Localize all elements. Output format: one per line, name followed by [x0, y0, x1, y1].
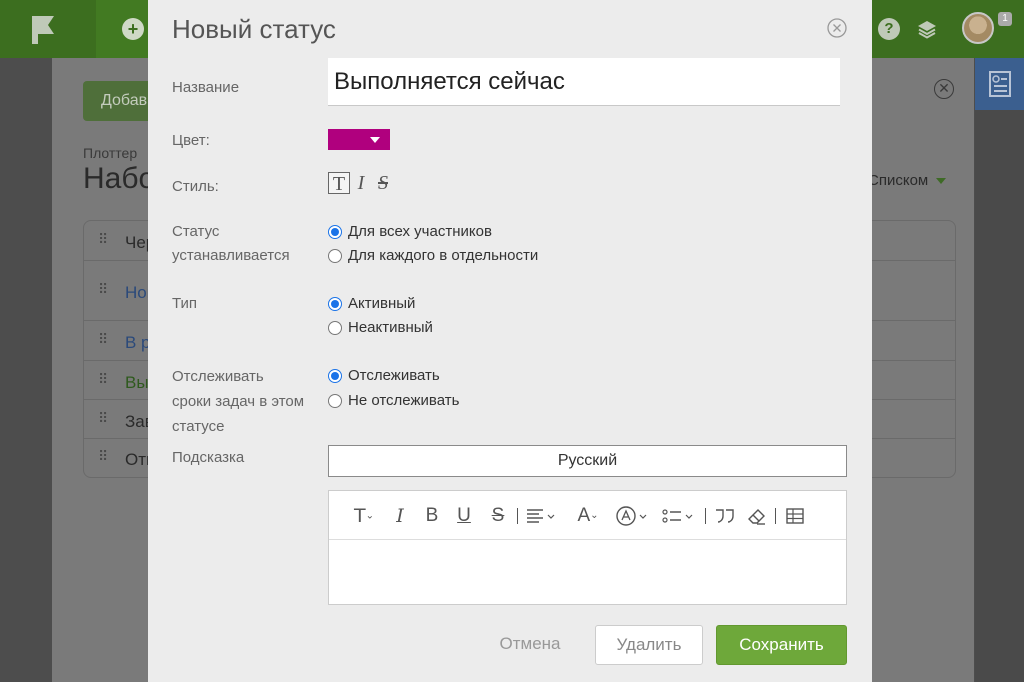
close-icon[interactable]	[827, 18, 847, 38]
radio-label: Неактивный	[348, 319, 433, 336]
radio-label: Для каждого в отдельности	[348, 247, 539, 264]
hint-label: Подсказка	[172, 449, 245, 466]
bold-icon[interactable]: B	[423, 504, 441, 528]
notification-badge: 1	[998, 12, 1012, 26]
save-button[interactable]: Сохранить	[716, 625, 847, 665]
view-mode-label: Списком	[868, 172, 929, 189]
type-label: Тип	[172, 295, 198, 312]
name-label: Название	[172, 79, 240, 96]
align-icon[interactable]	[525, 504, 559, 528]
drag-handle-icon[interactable]: ⠿	[98, 448, 108, 465]
new-status-dialog: Новый статус Название Цвет: Стиль: T I S…	[148, 0, 872, 682]
radio-label: Не отслеживать	[348, 392, 460, 409]
status-name-input[interactable]	[328, 58, 840, 106]
drag-handle-icon[interactable]: ⠿	[98, 281, 108, 298]
user-avatar[interactable]	[962, 12, 994, 44]
style-strikethrough-button[interactable]: S	[372, 172, 394, 194]
radio-button[interactable]	[328, 248, 342, 263]
quote-icon[interactable]	[713, 504, 737, 528]
flag-logo-icon[interactable]	[24, 12, 68, 46]
setting-label: Статус устанавливается	[172, 223, 290, 264]
radio-button[interactable]	[328, 393, 342, 408]
dialog-title: Новый статус	[172, 14, 336, 44]
toolbar-divider	[517, 508, 518, 524]
radio-do-not-track[interactable]: Не отслеживать	[328, 392, 459, 409]
layers-icon[interactable]	[916, 18, 938, 40]
panel-close-icon[interactable]: ✕	[934, 79, 954, 99]
delete-button[interactable]: Удалить	[595, 625, 703, 665]
font-size-icon[interactable]: T⌄	[347, 504, 381, 528]
toolbar-divider	[705, 508, 706, 524]
radio-track[interactable]: Отслеживать	[328, 367, 440, 384]
language-tab[interactable]: Русский	[328, 445, 847, 477]
view-mode-select[interactable]: Списком	[868, 172, 947, 189]
radio-button-selected[interactable]	[328, 296, 342, 311]
hint-rich-text-editor: T⌄ I B U S A⌄	[328, 490, 847, 605]
style-italic-button[interactable]: I	[350, 172, 372, 194]
drag-handle-icon[interactable]: ⠿	[98, 331, 108, 348]
cancel-button[interactable]: Отмена	[486, 625, 574, 665]
breadcrumb[interactable]: Плоттер	[83, 145, 137, 161]
underline-icon[interactable]: U	[455, 504, 473, 528]
color-picker[interactable]	[328, 129, 390, 150]
style-normal-button[interactable]: T	[328, 172, 350, 195]
radio-for-each-individually[interactable]: Для каждого в отдельности	[328, 247, 538, 264]
help-icon[interactable]: ?	[878, 18, 900, 40]
user-tools: ? 1	[864, 0, 1024, 58]
plus-icon: +	[122, 18, 144, 40]
radio-for-all-participants[interactable]: Для всех участников	[328, 223, 492, 240]
table-icon[interactable]	[783, 504, 807, 528]
settings-document-icon	[989, 71, 1011, 97]
clear-format-eraser-icon[interactable]	[745, 504, 769, 528]
settings-panel-button[interactable]	[975, 58, 1024, 110]
right-sidebar	[975, 58, 1024, 682]
style-label: Стиль:	[172, 178, 219, 195]
highlight-color-icon[interactable]	[615, 504, 651, 528]
list-icon[interactable]	[661, 504, 697, 528]
radio-label: Активный	[348, 295, 416, 312]
radio-label: Для всех участников	[348, 223, 492, 240]
chevron-down-icon	[370, 137, 380, 143]
chevron-down-icon	[936, 178, 947, 185]
drag-handle-icon[interactable]: ⠿	[98, 371, 108, 388]
track-deadlines-label: Отслеживать сроки задач в этом статусе	[172, 368, 305, 435]
drag-handle-icon[interactable]: ⠿	[98, 231, 108, 248]
radio-button-selected[interactable]	[328, 368, 342, 383]
toolbar-divider	[775, 508, 776, 524]
color-label: Цвет:	[172, 132, 210, 149]
italic-icon[interactable]: I	[391, 504, 409, 528]
hint-text-area[interactable]	[329, 541, 846, 604]
radio-button-selected[interactable]	[328, 224, 342, 239]
radio-button[interactable]	[328, 320, 342, 335]
radio-type-inactive[interactable]: Неактивный	[328, 319, 433, 336]
editor-toolbar: T⌄ I B U S A⌄	[329, 491, 846, 540]
radio-type-active[interactable]: Активный	[328, 295, 415, 312]
create-button[interactable]: +	[96, 0, 156, 58]
radio-label: Отслеживать	[348, 367, 440, 384]
add-status-button[interactable]: Добавить	[83, 81, 153, 121]
text-color-icon[interactable]: A⌄	[571, 504, 605, 528]
drag-handle-icon[interactable]: ⠿	[98, 410, 108, 427]
strikethrough-icon[interactable]: S	[489, 504, 507, 528]
